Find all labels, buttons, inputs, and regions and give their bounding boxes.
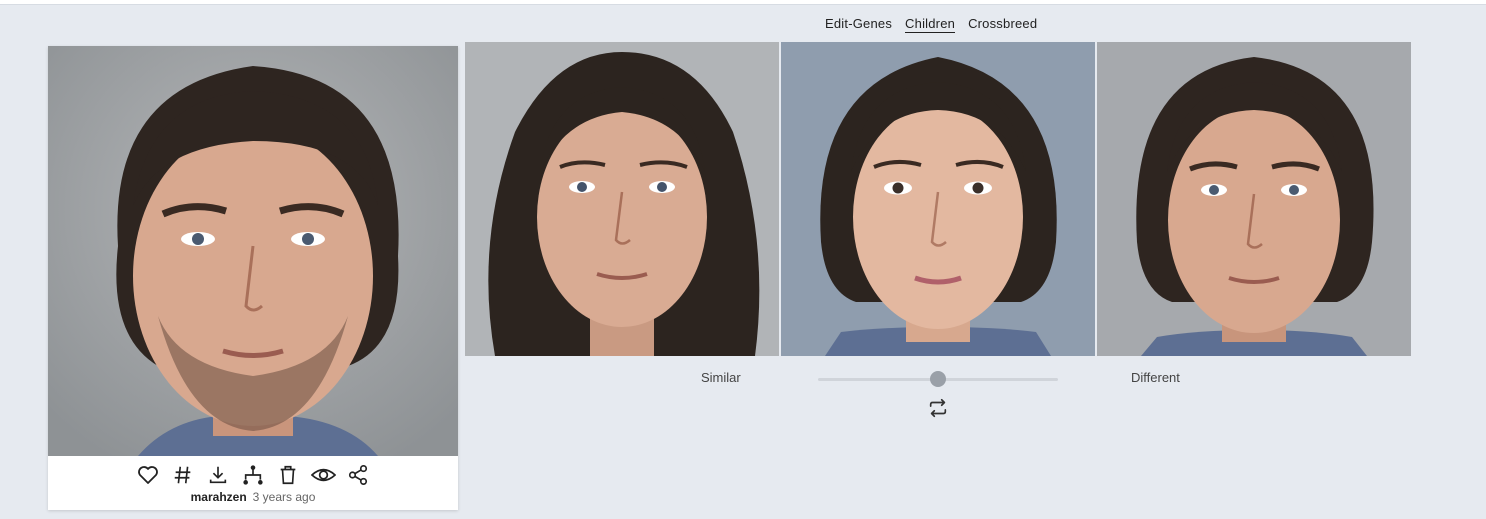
regenerate-icon[interactable] — [927, 397, 949, 419]
card-meta: marahzen 3 years ago — [48, 490, 458, 504]
tab-children[interactable]: Children — [905, 16, 956, 33]
eye-icon[interactable] — [310, 462, 336, 487]
tab-edit-genes[interactable]: Edit-Genes — [825, 16, 892, 33]
tree-icon[interactable] — [241, 462, 266, 487]
post-time: 3 years ago — [252, 490, 316, 504]
parent-portrait-image[interactable] — [48, 46, 458, 456]
similar-label: Similar — [701, 370, 741, 385]
mode-tabs: Edit-Genes Children Crossbreed — [825, 16, 1037, 33]
share-icon[interactable] — [346, 462, 371, 487]
child-image-2[interactable] — [781, 42, 1095, 356]
child-image-1[interactable] — [465, 42, 779, 356]
child-image-3[interactable] — [1097, 42, 1411, 356]
card-action-bar — [48, 462, 458, 487]
heart-icon[interactable] — [136, 462, 161, 487]
slider-thumb[interactable] — [930, 371, 946, 387]
download-icon[interactable] — [206, 462, 231, 487]
top-divider — [0, 0, 1486, 5]
author-name[interactable]: marahzen — [191, 490, 247, 504]
different-label: Different — [1131, 370, 1180, 385]
tab-crossbreed[interactable]: Crossbreed — [968, 16, 1037, 33]
parent-portrait-card: marahzen 3 years ago — [48, 46, 458, 510]
hash-icon[interactable] — [171, 462, 196, 487]
similarity-slider[interactable] — [818, 371, 1058, 387]
trash-icon[interactable] — [276, 462, 301, 487]
